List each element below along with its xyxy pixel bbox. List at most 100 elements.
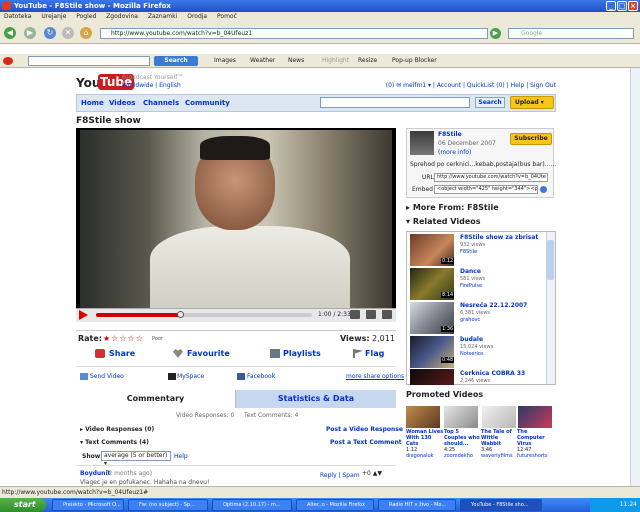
related-thumbnail[interactable] <box>410 369 454 385</box>
addon-search-input[interactable] <box>28 56 150 66</box>
related-videos-toggle[interactable]: ▾ Related Videos <box>406 217 481 227</box>
taskbar-item[interactable]: Fw: (no subject) - Sp... <box>128 499 208 511</box>
post-video-response-link[interactable]: Post a Video Response <box>326 426 403 434</box>
related-thumbnail[interactable] <box>410 336 454 368</box>
post-text-comment-link[interactable]: Post a Text Comment <box>330 439 402 447</box>
web-search-input[interactable]: Google <box>508 28 634 39</box>
upload-button[interactable]: Upload ▾ <box>510 96 554 109</box>
menu-tools[interactable]: Orodja <box>187 13 207 20</box>
related-author[interactable]: Notserios <box>460 351 484 357</box>
share-icon[interactable] <box>95 349 105 358</box>
reload-icon[interactable]: ↻ <box>44 27 56 39</box>
start-button[interactable]: start <box>0 498 46 512</box>
volume-icon[interactable] <box>350 310 360 319</box>
promoted-item[interactable]: The Computer Virus 12:47 futureshorts <box>517 429 555 459</box>
promoted-title[interactable]: The Computer Virus <box>517 429 555 447</box>
promoted-thumbnail[interactable] <box>518 406 552 428</box>
taskbar-item[interactable]: Optima (2.10.17) - m... <box>212 499 292 511</box>
promoted-item[interactable]: The Tale of Wittle Wabbit 3:46 waverlyfi… <box>481 429 519 459</box>
related-title[interactable]: Cerknica COBRA 33 <box>460 370 525 377</box>
nav-home[interactable]: Home <box>81 99 104 107</box>
related-title[interactable]: Nesreča 22.12.2007 <box>460 302 527 309</box>
related-author[interactable]: F8Stile <box>460 249 477 255</box>
addon-popup-blocker[interactable]: Pop-up Blocker <box>392 54 437 68</box>
comment-filter-select[interactable]: average (5 or better) ▾ <box>101 451 171 467</box>
comment-reply-links[interactable]: Reply | Spam <box>320 472 360 480</box>
rating-stars[interactable]: ★☆☆☆☆ <box>103 334 144 344</box>
forward-icon[interactable]: ▶ <box>24 27 36 39</box>
addon-resize[interactable]: Resize <box>358 54 377 68</box>
addon-highlight[interactable]: Highlight <box>322 54 349 68</box>
menu-file[interactable]: Datoteka <box>4 13 31 20</box>
help-link[interactable]: Help <box>174 452 188 462</box>
promoted-thumbnail[interactable] <box>482 406 516 428</box>
promoted-title[interactable]: Woman Lives With 130 Cats <box>406 429 444 447</box>
addon-images[interactable]: Images <box>214 54 236 68</box>
close-button[interactable]: × <box>628 1 638 11</box>
youtube-logo[interactable]: You Tube <box>76 74 135 92</box>
tab-commentary[interactable]: Commentary <box>76 390 236 408</box>
tab-statistics[interactable]: Statistics & Data <box>236 390 396 408</box>
search-button[interactable]: Search <box>475 97 505 108</box>
gear-icon[interactable] <box>540 186 547 193</box>
video-url-field[interactable]: http://www.youtube.com/watch?v=b_04Ute <box>434 173 548 182</box>
popout-icon[interactable] <box>366 310 376 319</box>
promoted-thumbnail[interactable] <box>406 406 440 428</box>
nav-channels[interactable]: Channels <box>143 99 179 107</box>
promoted-author[interactable]: futureshorts <box>517 453 555 459</box>
myspace-link[interactable]: MySpace <box>177 373 204 381</box>
promoted-title[interactable]: The Tale of Wittle Wabbit <box>481 429 519 447</box>
minimize-button[interactable]: _ <box>606 1 616 11</box>
url-bar[interactable]: http://www.youtube.com/watch?v=b_04Ufeuz… <box>100 28 488 39</box>
related-author[interactable]: FirePulse <box>460 283 482 289</box>
menu-view[interactable]: Pogled <box>76 13 96 20</box>
addon-news[interactable]: News <box>288 54 304 68</box>
video-responses-toggle[interactable]: ▸ Video Responses (0) <box>80 426 154 434</box>
playlist-icon[interactable] <box>270 349 280 358</box>
menu-help[interactable]: Pomoč <box>217 13 237 20</box>
search-input[interactable] <box>320 97 470 108</box>
taskbar-item[interactable]: Preiskto - Microsoft O... <box>52 499 124 511</box>
account-links[interactable]: (0) ✉ melfm1 ▾ | Account | QuickList (0)… <box>380 82 556 90</box>
related-title[interactable]: budale <box>460 336 483 343</box>
stop-icon[interactable]: ✕ <box>62 27 74 39</box>
related-title[interactable]: F8Stile show za zbrisat <box>460 234 538 241</box>
favourite-button[interactable]: Favourite <box>187 349 230 359</box>
more-share-link[interactable]: more share options <box>346 373 404 381</box>
addon-search-button[interactable]: Search <box>154 56 198 66</box>
taskbar-item-active[interactable]: YouTube - F8Stile sho... <box>460 499 542 511</box>
related-scroll-thumb[interactable] <box>547 240 554 280</box>
fullscreen-icon[interactable] <box>382 310 392 319</box>
go-icon[interactable]: ▶ <box>490 28 501 39</box>
comment-vote[interactable]: +0 ▲▼ <box>362 470 382 478</box>
locale-links[interactable]: Worldwide | English <box>122 82 181 90</box>
maximize-button[interactable]: □ <box>617 1 627 11</box>
share-button[interactable]: Share <box>109 349 135 359</box>
playlists-button[interactable]: Playlists <box>283 349 321 359</box>
embed-code-field[interactable]: <object width="425" height="344"><param <box>434 185 538 194</box>
menu-edit[interactable]: Urejanje <box>41 13 66 20</box>
promoted-author[interactable]: waverlyfilms <box>481 453 519 459</box>
promoted-author[interactable]: zoomdekho <box>444 453 482 459</box>
more-info-link[interactable]: (more info) <box>438 149 471 157</box>
nav-videos[interactable]: Videos <box>109 99 135 107</box>
nav-community[interactable]: Community <box>185 99 230 107</box>
channel-avatar[interactable] <box>410 131 434 155</box>
taskbar-item[interactable]: Radio HIT v živo - Mo... <box>378 499 456 511</box>
promoted-title[interactable]: Top 5 Couples who should... <box>444 429 482 447</box>
taskbar-item[interactable]: Alter..o - Mozilla Firefox <box>296 499 374 511</box>
promoted-item[interactable]: Woman Lives With 130 Cats 1:12 diegonalu… <box>406 429 444 459</box>
promoted-item[interactable]: Top 5 Couples who should... 4:25 zoomdek… <box>444 429 482 459</box>
flag-button[interactable]: Flag <box>365 349 384 359</box>
back-icon[interactable]: ◀ <box>4 27 16 39</box>
menu-history[interactable]: Zgodovina <box>106 13 138 20</box>
promoted-thumbnail[interactable] <box>444 406 478 428</box>
subscribe-button[interactable]: Subscribe <box>510 133 552 145</box>
facebook-link[interactable]: Facebook <box>247 373 275 381</box>
addon-weather[interactable]: Weather <box>250 54 275 68</box>
text-comments-toggle[interactable]: ▾ Text Comments (4) <box>80 439 149 447</box>
channel-name[interactable]: F8Stile <box>438 131 462 139</box>
more-from-toggle[interactable]: ▸ More From: F8Stile <box>406 203 499 213</box>
promoted-author[interactable]: diegonaluk <box>406 453 444 459</box>
related-title[interactable]: Dance <box>460 268 481 275</box>
